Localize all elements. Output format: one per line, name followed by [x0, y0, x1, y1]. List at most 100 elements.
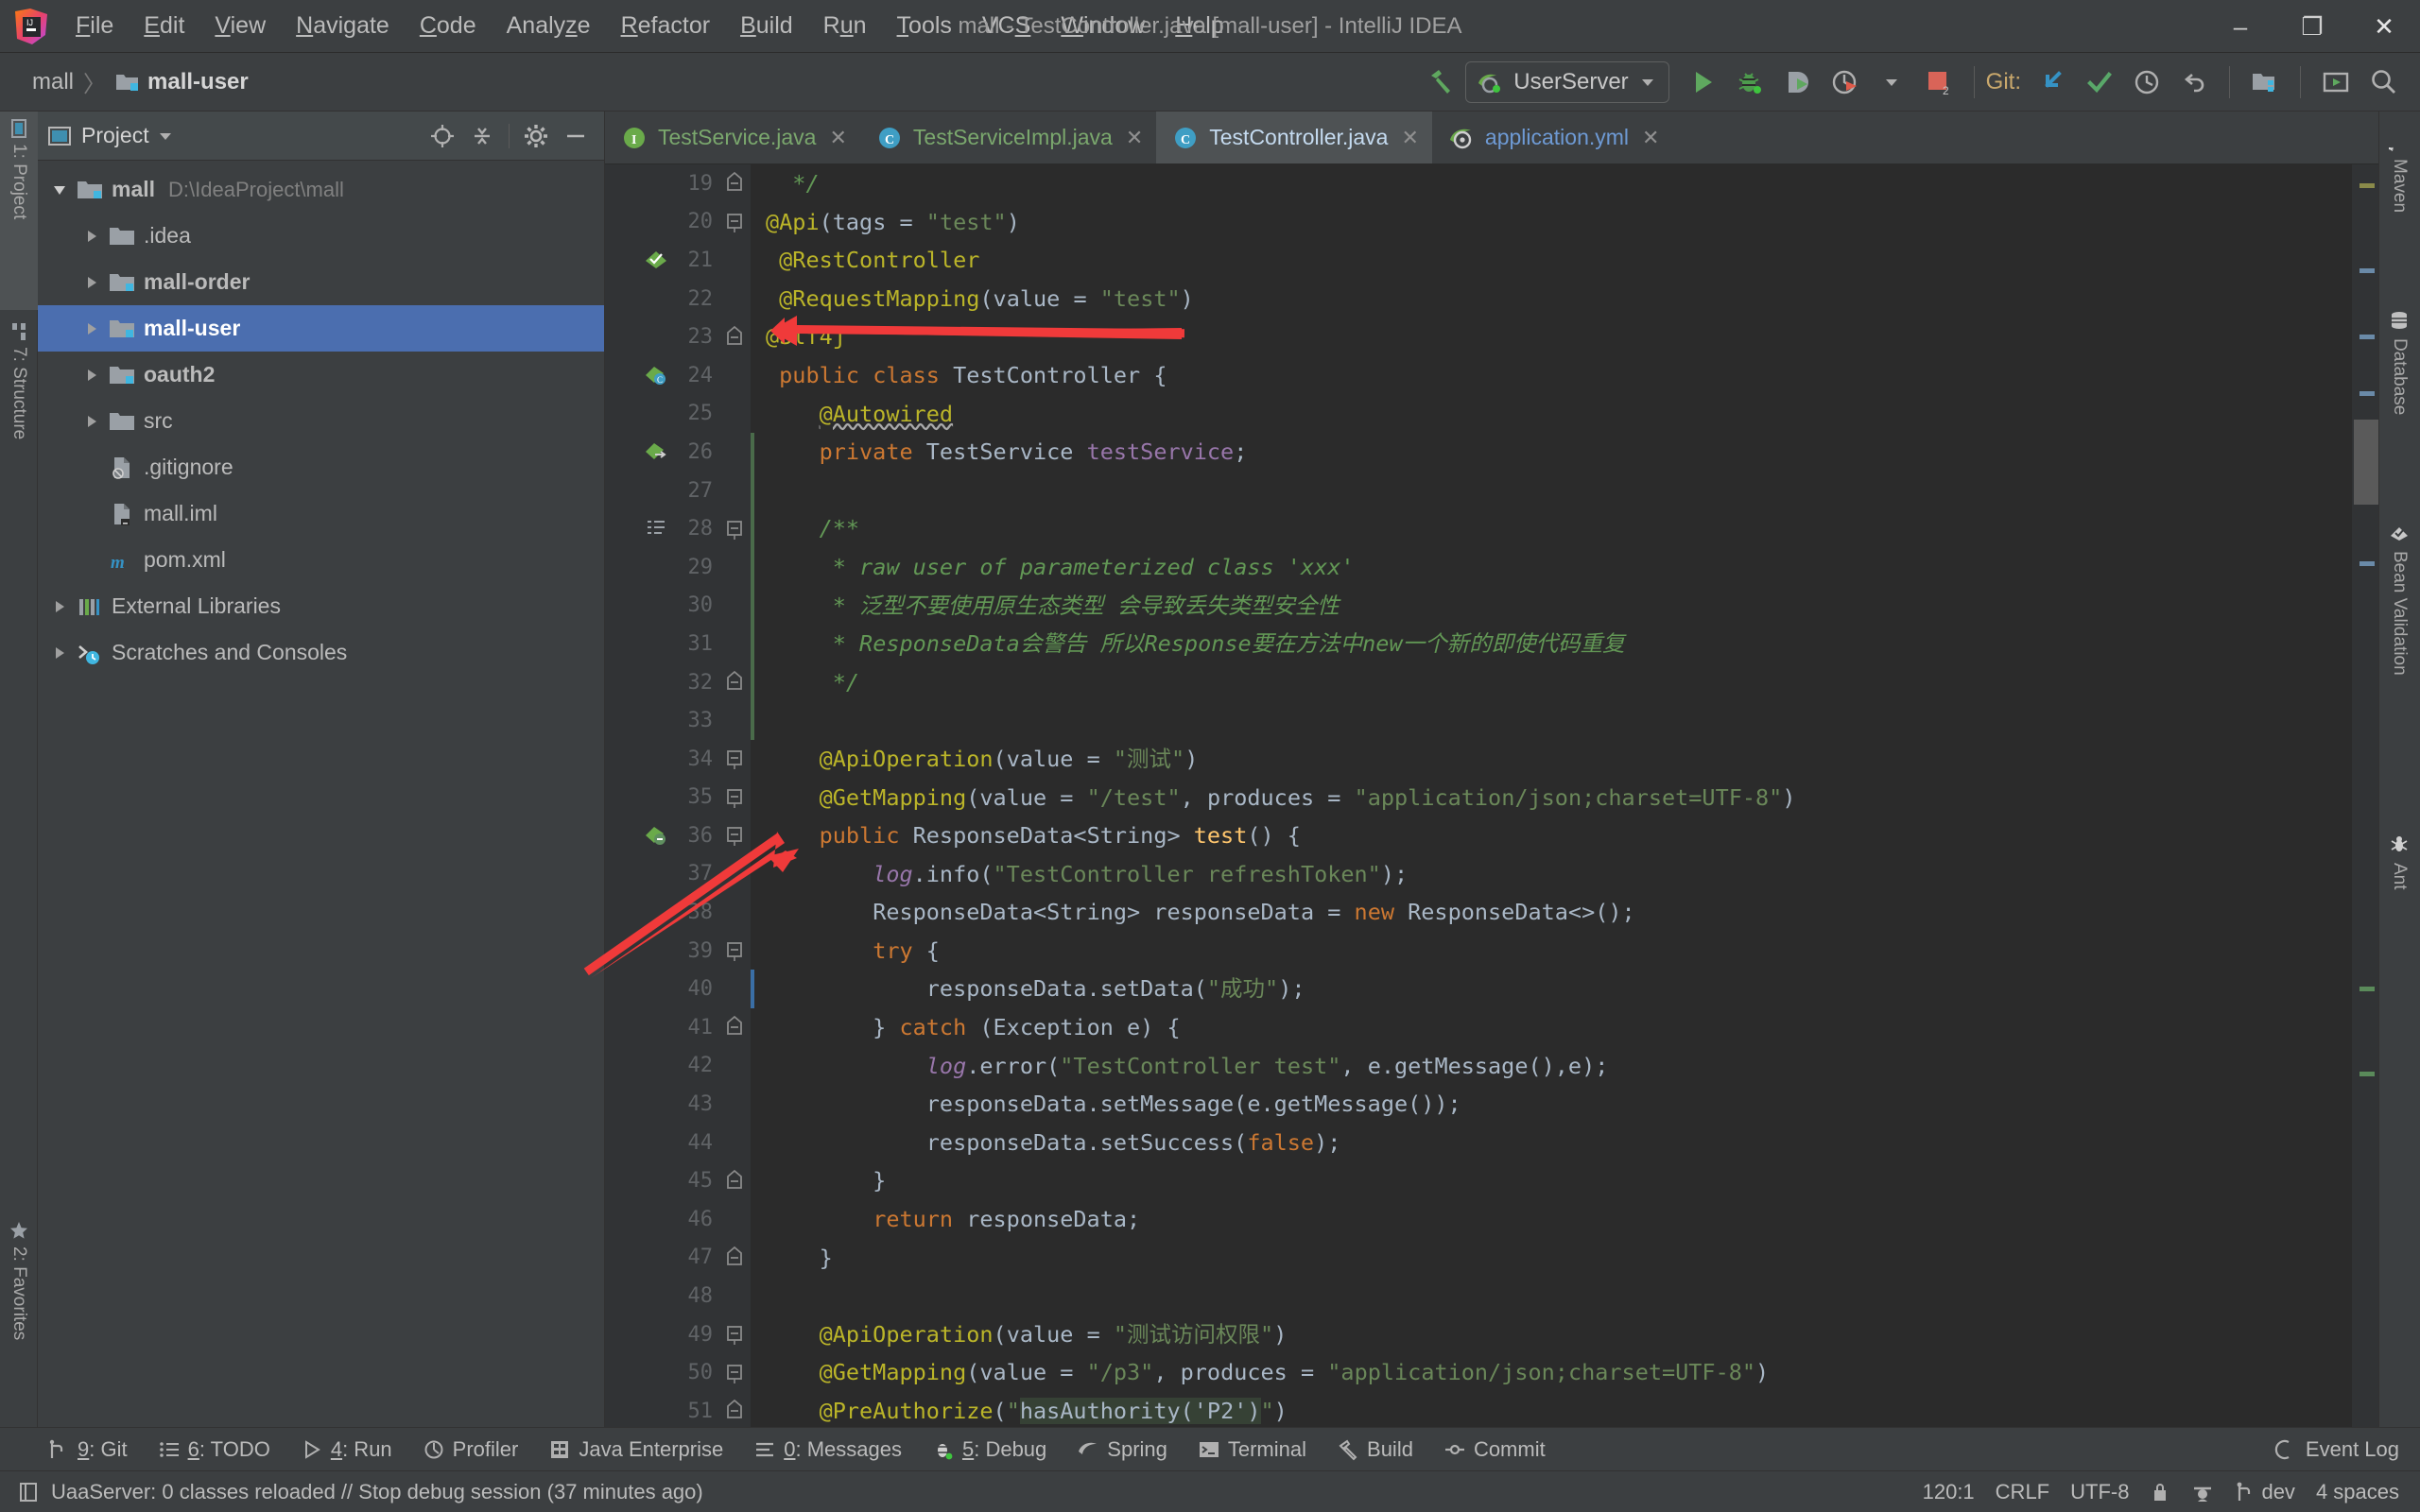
code-fold-end-icon[interactable] [724, 1245, 745, 1271]
breadcrumb-item-mall[interactable]: mall [32, 69, 74, 95]
menu-view[interactable]: View [199, 7, 281, 45]
fold-region[interactable] [718, 1277, 751, 1315]
breadcrumb[interactable]: mall 〉 mall-user [32, 65, 249, 98]
fold-region[interactable] [718, 203, 751, 242]
close-icon[interactable]: ✕ [829, 126, 846, 150]
gutter-line-number[interactable]: 25 [605, 395, 718, 434]
gutter-line-number[interactable]: 32 [605, 663, 718, 702]
menu-file[interactable]: File [60, 7, 129, 45]
code-line[interactable]: @ApiOperation(value = "测试访问权限") [751, 1315, 2352, 1354]
code-line[interactable]: */ [751, 663, 2352, 702]
gutter-marker[interactable] [637, 241, 675, 280]
code-line[interactable] [751, 1277, 2352, 1315]
gutter-line-number[interactable]: 40 [605, 970, 718, 1008]
gutter-line-number[interactable]: 42 [605, 1047, 718, 1086]
code-fold-end-icon[interactable] [724, 1014, 745, 1040]
tool-window-button-profiler[interactable]: Profiler [407, 1437, 534, 1462]
code-fold-end-icon[interactable] [724, 324, 745, 351]
tree-expand-arrow-icon[interactable] [45, 181, 74, 198]
fold-region[interactable] [718, 855, 751, 894]
gutter-line-number[interactable]: 21 [605, 241, 718, 280]
code-editor[interactable]: 19 20 21 22 23 C 24 25 26 27 28 29 30 31 32 33 34 35 36 37 3… [605, 164, 2378, 1427]
editor-tab-testservice-java[interactable]: I TestService.java ✕ [605, 112, 860, 163]
gutter-line-number[interactable]: 51 [605, 1392, 718, 1427]
fold-region[interactable] [718, 280, 751, 318]
code-line[interactable]: @Api(tags = "test") [751, 203, 2352, 242]
sidebar-item-bean-validation[interactable]: Bean Validation [2378, 513, 2420, 816]
editor-tab-testserviceimpl-java[interactable]: C TestServiceImpl.java ✕ [860, 112, 1156, 163]
gutter-line-number[interactable]: 19 [605, 164, 718, 203]
collapse-all-icon[interactable] [469, 123, 495, 149]
editor-gutter[interactable]: 19 20 21 22 23 C 24 25 26 27 28 29 30 31 32 33 34 35 36 37 3… [605, 164, 718, 1427]
close-icon[interactable]: ✕ [1401, 126, 1418, 150]
tool-window-button-messages[interactable]: 0: Messages [738, 1437, 917, 1462]
gear-icon[interactable] [523, 123, 549, 149]
code-fold-start-icon[interactable] [724, 784, 745, 811]
gutter-marker[interactable] [637, 433, 675, 472]
line-separator[interactable]: CRLF [1996, 1480, 2049, 1504]
gutter-line-number[interactable]: 43 [605, 1085, 718, 1124]
code-line[interactable]: try { [751, 932, 2352, 971]
sidebar-item-structure[interactable]: 7: Structure [0, 315, 38, 537]
fold-region[interactable] [718, 587, 751, 626]
select-target-icon[interactable] [2312, 59, 2360, 106]
code-line[interactable]: @RestController [751, 241, 2352, 280]
code-line[interactable]: @Autowired [751, 395, 2352, 434]
tree-node-scratches-and-consoles[interactable]: Scratches and Consoles [38, 629, 604, 676]
fold-region[interactable] [718, 395, 751, 434]
code-line[interactable]: @RequestMapping(value = "test") [751, 280, 2352, 318]
fold-region[interactable] [718, 779, 751, 817]
menu-edit[interactable]: Edit [129, 7, 199, 45]
tree-node-mall-iml[interactable]: mall.iml [38, 490, 604, 537]
fold-region[interactable] [718, 509, 751, 548]
tool-window-button-debug[interactable]: 5: Debug [917, 1437, 1062, 1462]
fold-region[interactable] [718, 164, 751, 203]
run-button[interactable] [1679, 59, 1726, 106]
gutter-line-number[interactable]: 23 [605, 318, 718, 356]
gutter-line-number[interactable]: C 24 [605, 356, 718, 395]
code-line[interactable]: @PreAuthorize("hasAuthority('P2')") [751, 1392, 2352, 1427]
gutter-line-number[interactable]: 38 [605, 893, 718, 932]
sidebar-item-ant[interactable]: Ant [2378, 825, 2420, 948]
gutter-line-number[interactable]: 30 [605, 587, 718, 626]
git-rollback-icon[interactable] [2170, 59, 2218, 106]
run-configuration-selector[interactable]: UserServer [1465, 60, 1669, 103]
file-encoding[interactable]: UTF-8 [2070, 1480, 2129, 1504]
code-fold-start-icon[interactable] [724, 1321, 745, 1348]
tool-window-button-commit[interactable]: Commit [1428, 1437, 1561, 1462]
gutter-line-number[interactable]: 39 [605, 932, 718, 971]
bean-checked-gutter-icon[interactable] [644, 248, 668, 272]
code-line[interactable]: responseData.setMessage(e.getMessage()); [751, 1085, 2352, 1124]
tool-window-button-todo[interactable]: 6: TODO [143, 1437, 285, 1462]
editor-tab-testcontroller-java[interactable]: C TestController.java ✕ [1156, 112, 1432, 163]
code-line[interactable]: * 泛型不要使用原生态类型 会导致丢失类型安全性 [751, 587, 2352, 626]
code-line[interactable]: * ResponseData会警告 所以Response要在方法中new一个新的… [751, 625, 2352, 663]
gutter-line-number[interactable]: 48 [605, 1277, 718, 1315]
tree-node-mall[interactable]: mall D:\IdeaProject\mall [38, 166, 604, 213]
code-fold-start-icon[interactable] [724, 1360, 745, 1386]
gutter-line-number[interactable]: 49 [605, 1315, 718, 1354]
menu-run[interactable]: Run [808, 7, 882, 45]
lock-icon[interactable] [2150, 1481, 2170, 1503]
fold-region[interactable] [718, 433, 751, 472]
fold-region[interactable] [718, 1085, 751, 1124]
fold-region[interactable] [718, 1315, 751, 1354]
locate-icon[interactable] [429, 123, 456, 149]
error-stripe-marker-bar[interactable] [2352, 164, 2378, 1427]
debug-button[interactable] [1726, 59, 1773, 106]
doc-icon-gutter-icon[interactable] [644, 517, 668, 541]
code-line[interactable]: responseData.setSuccess(false); [751, 1124, 2352, 1162]
gutter-line-number[interactable]: 37 [605, 855, 718, 894]
bottom-tool-window-bar[interactable]: 9: Git 6: TODO 4: Run Profiler Java Enterpri… [0, 1427, 2420, 1470]
code-line[interactable] [751, 472, 2352, 510]
gutter-line-number[interactable]: 34 [605, 740, 718, 779]
code-line[interactable]: ResponseData<String> responseData = new … [751, 893, 2352, 932]
notification-icon[interactable] [17, 1481, 40, 1503]
code-line[interactable]: log.error("TestController test", e.getMe… [751, 1047, 2352, 1086]
fold-region[interactable] [718, 663, 751, 702]
gutter-line-number[interactable]: 45 [605, 1161, 718, 1200]
fold-region[interactable] [718, 740, 751, 779]
profiler-button[interactable] [1821, 59, 1868, 106]
menu-analyze[interactable]: Analyze [492, 7, 606, 45]
code-line[interactable]: responseData.setData("成功"); [751, 970, 2352, 1008]
